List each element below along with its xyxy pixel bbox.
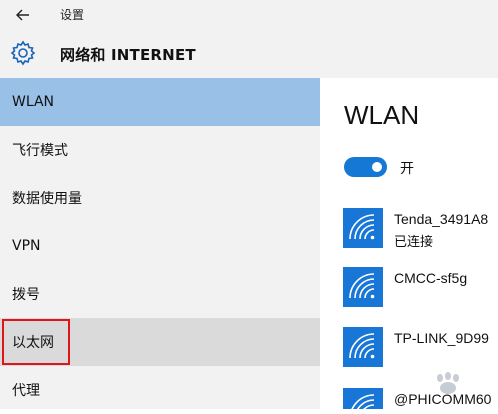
toggle-state-label: 开 xyxy=(400,161,414,177)
sidebar-item-label: 数据使用量 xyxy=(12,191,82,207)
sidebar-item-label: 以太网 xyxy=(12,335,54,351)
sidebar-item-data-usage[interactable]: 数据使用量 xyxy=(0,174,320,222)
sidebar-item-label: WLAN xyxy=(12,94,55,110)
network-item[interactable]: TP-LINK_9D99 xyxy=(343,327,498,371)
back-button[interactable] xyxy=(10,4,36,26)
sidebar-item-airplane-mode[interactable]: 飞行模式 xyxy=(0,126,320,174)
sidebar-item-wlan[interactable]: WLAN xyxy=(0,78,320,126)
wlan-toggle[interactable] xyxy=(344,157,387,177)
wifi-signal-icon xyxy=(343,267,383,307)
sidebar-item-label: 代理 xyxy=(12,383,40,399)
sidebar-item-label: 拨号 xyxy=(12,287,40,303)
wifi-signal-icon xyxy=(343,388,383,409)
section-header: 网络和 INTERNET xyxy=(0,30,498,78)
wifi-signal-icon xyxy=(343,327,383,367)
network-item[interactable]: CMCC-sf5g xyxy=(343,267,498,311)
sidebar-nav: WLAN 飞行模式 数据使用量 VPN 拨号 以太网 代理 xyxy=(0,78,320,409)
sidebar-item-ethernet[interactable]: 以太网 xyxy=(0,318,320,366)
watermark-logo xyxy=(437,372,459,394)
network-name: TP-LINK_9D99 xyxy=(394,330,489,346)
sidebar-item-label: 飞行模式 xyxy=(12,143,68,159)
network-status: 已连接 xyxy=(394,235,434,250)
title-bar: 设置 xyxy=(0,0,498,30)
section-title: 网络和 INTERNET xyxy=(60,46,196,64)
network-name: Tenda_3491A8 xyxy=(394,211,489,227)
sidebar-item-label: VPN xyxy=(12,238,41,254)
wlan-panel: WLAN 开 Tenda_3491A8 已连接 CMCC-sf5g TP-LIN… xyxy=(320,78,498,409)
sidebar-item-vpn[interactable]: VPN xyxy=(0,222,320,270)
page-title: WLAN xyxy=(344,100,420,130)
network-item[interactable]: Tenda_3491A8 已连接 xyxy=(343,208,498,252)
window-title: 设置 xyxy=(60,8,85,22)
back-arrow-icon xyxy=(16,9,29,21)
toggle-knob xyxy=(372,162,382,172)
sidebar-item-dial-up[interactable]: 拨号 xyxy=(0,270,320,318)
wifi-signal-icon xyxy=(343,208,383,248)
network-name: CMCC-sf5g xyxy=(394,270,468,286)
gear-icon xyxy=(10,40,36,66)
sidebar-item-proxy[interactable]: 代理 xyxy=(0,366,320,414)
